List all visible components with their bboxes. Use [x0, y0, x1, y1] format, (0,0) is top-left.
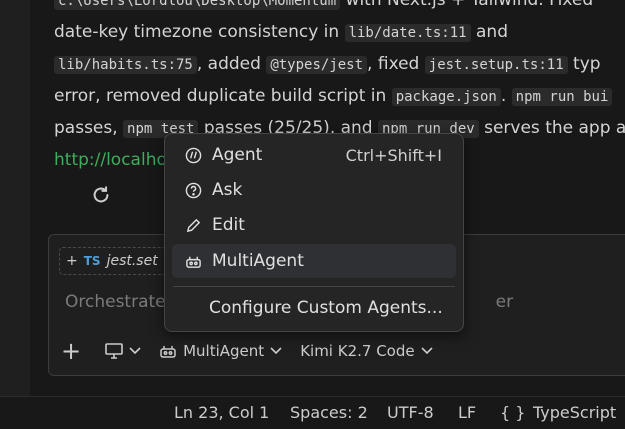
status-indentation[interactable]: Spaces: 2 [290, 403, 368, 422]
model-picker[interactable]: Kimi K2.7 Code [300, 342, 433, 360]
agent-icon [182, 147, 204, 164]
agent-mode-menu: Agent Ctrl+Shift+I Ask Edit MultiAgent C… [164, 133, 464, 332]
menu-item-agent[interactable]: Agent Ctrl+Shift+I [172, 138, 456, 172]
chevron-down-icon [421, 347, 433, 355]
multiagent-icon [182, 253, 204, 270]
braces-icon: { } [500, 403, 526, 422]
menu-separator [173, 286, 455, 287]
pencil-icon [182, 217, 204, 234]
typescript-file-icon: TS [83, 254, 101, 268]
ask-icon [182, 182, 204, 199]
code-ref: @types/jest [266, 56, 368, 74]
chevron-down-icon [270, 347, 282, 355]
menu-item-multiagent[interactable]: MultiAgent [172, 244, 456, 278]
agent-shortcut: Ctrl+Shift+I [345, 145, 442, 165]
status-cursor-position[interactable]: Ln 23, Col 1 [174, 403, 269, 422]
code-ref: npm run bui [511, 88, 613, 106]
add-button[interactable]: + [61, 339, 81, 363]
menu-item-ask[interactable]: Ask [172, 173, 456, 207]
add-context-icon[interactable]: + [66, 253, 78, 269]
agent-mode-picker[interactable]: MultiAgent [159, 342, 282, 360]
refresh-icon[interactable] [90, 184, 112, 206]
code-ref[interactable]: jest.setup.ts:11 [424, 56, 568, 74]
path-code: c:\Users\Lordlou\Desktop\Momentum [54, 0, 341, 10]
target-picker-button[interactable] [105, 343, 141, 359]
menu-item-edit[interactable]: Edit [172, 208, 456, 242]
context-file-name: jest.set [106, 253, 158, 269]
context-file-chip[interactable]: + TS jest.set [59, 247, 167, 275]
message-line-3: lib/habits.ts:75, added @types/jest, fix… [54, 48, 625, 80]
message-line-4: error, removed duplicate build script in… [54, 80, 625, 112]
status-bar: Ln 23, Col 1 Spaces: 2 UTF-8 LF { } Type… [0, 396, 625, 429]
message-line-1: c:\Users\Lordlou\Desktop\Momentum with N… [54, 0, 625, 16]
configure-custom-agents[interactable]: Configure Custom Agents... [209, 298, 443, 318]
code-ref[interactable]: lib/date.ts:11 [344, 24, 471, 42]
status-encoding[interactable]: UTF-8 [387, 403, 434, 422]
status-language-mode[interactable]: TypeScript [533, 403, 616, 422]
localhost-link[interactable]: http://localho [54, 150, 167, 170]
monitor-icon [105, 343, 123, 359]
multiagent-icon [160, 346, 176, 358]
composer-toolbar: + MultiAgent Kimi K2.7 Code [61, 337, 451, 365]
status-eol[interactable]: LF [458, 403, 476, 422]
code-ref[interactable]: lib/habits.ts:75 [54, 56, 197, 74]
chevron-down-icon [129, 347, 141, 355]
message-line-2: date-key timezone consistency in lib/dat… [54, 22, 508, 42]
code-ref[interactable]: package.json [391, 88, 501, 106]
